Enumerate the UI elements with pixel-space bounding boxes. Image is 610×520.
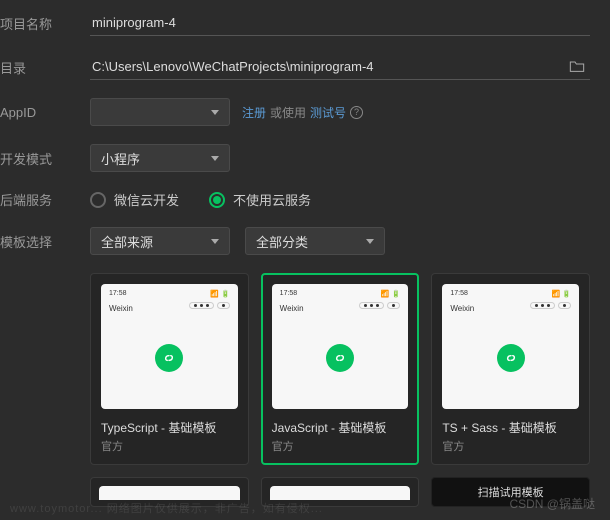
template-card[interactable]: 17:58 📶🔋 Weixin JavaScript - 基础模板 官方 bbox=[261, 273, 420, 465]
template-preview: 17:58 📶🔋 Weixin bbox=[272, 284, 409, 409]
chevron-down-icon bbox=[211, 110, 219, 115]
dev-mode-select[interactable]: 小程序 bbox=[90, 144, 230, 172]
appid-select[interactable] bbox=[90, 98, 230, 126]
chevron-down-icon bbox=[211, 156, 219, 161]
template-author: 官方 bbox=[101, 438, 238, 454]
radio-wechat-cloud[interactable]: 微信云开发 bbox=[90, 190, 179, 209]
test-account-link[interactable]: 测试号 bbox=[310, 104, 346, 121]
backend-label: 后端服务 bbox=[0, 190, 90, 209]
template-grid: 17:58 📶🔋 Weixin TypeScript - 基础模板 官方 17:… bbox=[0, 273, 590, 465]
template-preview: 17:58 📶🔋 Weixin bbox=[101, 284, 238, 409]
wechat-icon bbox=[497, 344, 525, 372]
chevron-down-icon bbox=[366, 239, 374, 244]
radio-icon bbox=[90, 192, 106, 208]
template-card[interactable]: 17:58 📶🔋 Weixin TS + Sass - 基础模板 官方 bbox=[431, 273, 590, 465]
project-name-input[interactable] bbox=[90, 10, 590, 36]
directory-input[interactable] bbox=[90, 54, 590, 80]
template-category-select[interactable]: 全部分类 bbox=[245, 227, 385, 255]
template-author: 官方 bbox=[272, 438, 409, 454]
appid-label: AppID bbox=[0, 105, 90, 120]
bg-watermark: www.toymotor... 网络图片仅供展示，非广告，如有侵权... bbox=[10, 500, 323, 516]
radio-label: 不使用云服务 bbox=[233, 190, 311, 209]
help-icon[interactable]: ? bbox=[350, 106, 363, 119]
template-author: 官方 bbox=[442, 438, 579, 454]
template-source-select[interactable]: 全部来源 bbox=[90, 227, 230, 255]
radio-label: 微信云开发 bbox=[114, 190, 179, 209]
directory-label: 目录 bbox=[0, 58, 90, 77]
register-link[interactable]: 注册 bbox=[242, 104, 266, 121]
project-name-label: 项目名称 bbox=[0, 14, 90, 33]
folder-icon[interactable] bbox=[569, 59, 585, 76]
template-card[interactable]: 17:58 📶🔋 Weixin TypeScript - 基础模板 官方 bbox=[90, 273, 249, 465]
chevron-down-icon bbox=[211, 239, 219, 244]
radio-no-cloud[interactable]: 不使用云服务 bbox=[209, 190, 311, 209]
radio-icon bbox=[209, 192, 225, 208]
or-use-text: 或使用 bbox=[270, 104, 306, 121]
template-preview: 17:58 📶🔋 Weixin bbox=[442, 284, 579, 409]
template-name: JavaScript - 基础模板 bbox=[272, 419, 409, 436]
dev-mode-label: 开发模式 bbox=[0, 149, 90, 168]
template-name: TS + Sass - 基础模板 bbox=[442, 419, 579, 436]
watermark: CSDN @锅盖哒 bbox=[509, 495, 595, 512]
wechat-icon bbox=[326, 344, 354, 372]
template-label: 模板选择 bbox=[0, 232, 90, 251]
template-name: TypeScript - 基础模板 bbox=[101, 419, 238, 436]
wechat-icon bbox=[155, 344, 183, 372]
